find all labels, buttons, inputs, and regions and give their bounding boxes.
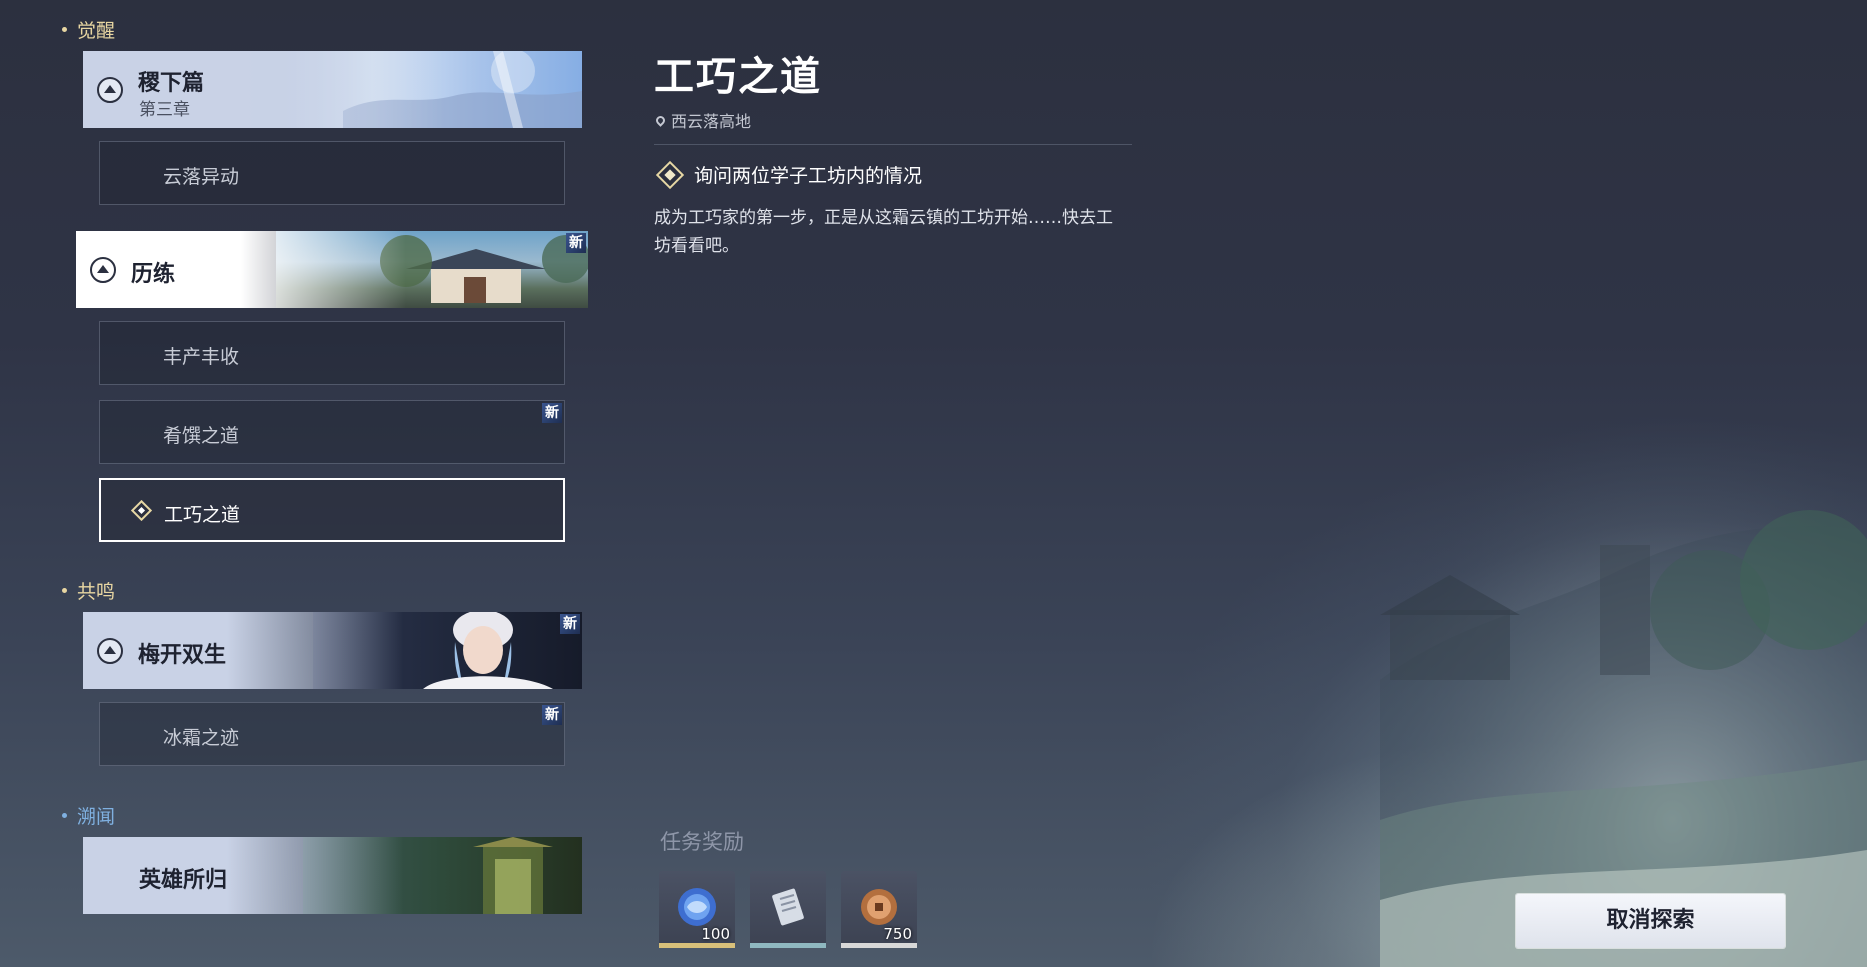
section-resonance-label: 共鸣 (77, 581, 116, 603)
quest-item-gongqiao-selected[interactable]: 工巧之道 (99, 478, 565, 542)
quest-detail-title: 工巧之道 (654, 54, 822, 100)
chapter-title: 稷下篇 (138, 71, 205, 96)
chapter-title: 梅开双生 (138, 643, 227, 668)
chapter-card-meikai[interactable]: 梅开双生 新 (83, 612, 582, 689)
section-awaken-heading: 觉醒 (62, 16, 115, 43)
quest-label: 冰霜之迹 (163, 727, 240, 749)
new-badge: 新 (566, 233, 586, 253)
chapter-fade (83, 612, 403, 689)
quest-label: 云落异动 (163, 166, 240, 188)
quest-location: 西云落高地 (654, 108, 752, 132)
quest-label: 丰产丰收 (163, 346, 240, 368)
background-scenery (1380, 380, 1867, 967)
new-badge: 新 (542, 705, 562, 725)
quest-label: 工巧之道 (164, 504, 241, 526)
bullet-icon (62, 588, 67, 593)
reward-item-bronze-coin[interactable]: 750 (841, 871, 917, 948)
scroll-icon (772, 888, 804, 926)
collapse-chevron-icon[interactable] (90, 257, 116, 283)
divider (654, 144, 1132, 145)
bullet-icon (62, 27, 67, 32)
blue-orb-icon (678, 888, 716, 926)
cancel-explore-button[interactable]: 取消探索 (1516, 894, 1785, 948)
quest-label: 肴馔之道 (163, 425, 240, 447)
collapse-chevron-icon[interactable] (97, 77, 123, 103)
quest-item-fengchan[interactable]: 丰产丰收 (99, 321, 565, 385)
reward-quantity: 100 (701, 925, 730, 943)
chapter-title: 英雄所归 (139, 868, 228, 893)
quest-item-yunluo[interactable]: 云落异动 (99, 141, 565, 205)
section-resonance-heading: 共鸣 (62, 577, 115, 604)
section-lore-label: 溯闻 (77, 806, 116, 828)
chapter-title: 历练 (131, 262, 176, 287)
location-pin-icon (654, 113, 667, 127)
quest-item-bingshuang[interactable]: 冰霜之迹 新 (99, 702, 565, 766)
location-label: 西云落高地 (671, 112, 752, 131)
chapter-card-lilian[interactable]: 历练 新 (76, 231, 588, 308)
chapter-subtitle: 第三章 (139, 100, 190, 120)
section-awaken-label: 觉醒 (77, 20, 116, 42)
building-art-icon (380, 235, 588, 303)
chapter-fade (76, 231, 406, 308)
rewards-heading: 任务奖励 (660, 830, 744, 854)
chapter-card-yingxiong[interactable]: 英雄所归 (83, 837, 582, 914)
chapter-card-jixia[interactable]: 稷下篇 第三章 (83, 51, 582, 128)
rarity-bar (659, 943, 735, 948)
bronze-coin-icon (861, 889, 897, 925)
reward-item-scroll[interactable] (750, 871, 826, 948)
quest-item-yaozhuan[interactable]: 肴馔之道 新 (99, 400, 565, 464)
rarity-bar (750, 943, 826, 948)
reward-quantity: 750 (883, 925, 912, 943)
quest-objective: 询问两位学子工坊内的情况 (655, 160, 923, 189)
collapse-chevron-icon[interactable] (97, 638, 123, 664)
quest-diamond-icon (130, 499, 153, 522)
new-badge: 新 (542, 403, 562, 423)
new-badge: 新 (560, 614, 580, 634)
character-portrait-icon (423, 612, 553, 689)
rarity-bar (841, 943, 917, 948)
gate-art-icon (473, 837, 553, 914)
objective-text: 询问两位学子工坊内的情况 (694, 165, 923, 187)
section-lore-heading: 溯闻 (62, 802, 115, 829)
chapter-fade (83, 837, 403, 914)
objective-diamond-icon (655, 160, 685, 189)
chapter-fade (83, 51, 443, 128)
reward-item-blue-orb[interactable]: 100 (659, 871, 735, 948)
bullet-icon (62, 813, 67, 818)
quest-description: 成为工巧家的第一步，正是从这霜云镇的工坊开始……快去工坊看看吧。 (654, 208, 1113, 256)
